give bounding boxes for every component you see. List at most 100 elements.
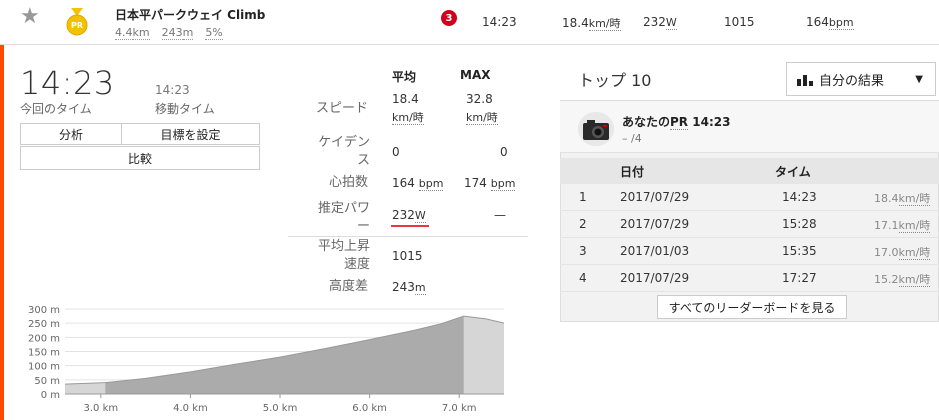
elevation-number: 243 (392, 280, 415, 294)
segment-name[interactable]: 日本平パークウェイ Climb (115, 6, 265, 23)
elevation-label: 高度差 (328, 279, 368, 294)
speed-unit: km/時 (898, 219, 931, 233)
star-icon[interactable]: ★ (20, 4, 40, 29)
speed-unit: km/時 (898, 273, 931, 287)
segment-power-value: 232 (643, 15, 666, 29)
hr-max-value: 174 (464, 176, 487, 190)
speed-value: 17.0 (874, 246, 899, 259)
x-tick-label: 6.0 km (352, 403, 387, 414)
leaderboard-header (560, 158, 939, 184)
table-row[interactable]: 2 2017/07/29 15:28 17.1km/時 (560, 211, 939, 238)
time-cell: 15:35 (782, 244, 817, 258)
segment-elevation: 243 (161, 26, 183, 40)
bar-chart-icon (797, 75, 813, 86)
time-cell: 15:28 (782, 217, 817, 231)
speed-value: 15.2 (874, 273, 899, 286)
date-cell: 2017/01/03 (620, 244, 690, 258)
segment-hr-value: 164 (806, 15, 829, 29)
rank-cell: 3 (579, 244, 587, 258)
set-goal-button[interactable]: 目標を設定 (121, 123, 260, 145)
speed-avg-value: 18.4 (392, 92, 419, 106)
hr-avg-unit: bpm (418, 177, 444, 191)
time-cell: 14:23 (782, 190, 817, 204)
segment-speed-unit: km/時 (588, 17, 621, 31)
speed-max-value: 32.8 (466, 92, 493, 106)
power-avg-unit: W (414, 209, 426, 223)
power-avg: 232W (392, 204, 426, 227)
pr-title-time: 14:23 (692, 115, 731, 129)
y-tick-label: 250 m (28, 319, 60, 330)
top10-title: トップ 10 (578, 71, 652, 90)
stats-avg-header: 平均 (392, 70, 417, 84)
power-avg-value: 232 (392, 208, 415, 222)
power-underline (391, 225, 429, 227)
speed-max-unit: km/時 (466, 111, 498, 125)
stats-max-header: MAX (460, 68, 491, 82)
pr-title-prefix: あなたの (622, 115, 671, 129)
vam-value: 1015 (392, 249, 423, 263)
cadence-max: 0 (500, 145, 508, 159)
heart-rate-avg: 164 bpm (392, 172, 444, 195)
elevation-unit: m (414, 281, 426, 295)
cadence-avg: 0 (392, 145, 400, 159)
x-tick-label: 7.0 km (442, 403, 477, 414)
compare-button[interactable]: 比較 (20, 146, 260, 170)
segment-stats: 4.4km 243m 5% (115, 26, 223, 40)
elevation-chart[interactable]: 300 m 250 m 200 m 150 m 100 m 50 m 0 m 3.0 km 4.… (20, 300, 520, 420)
rank-badge: 3 (441, 10, 457, 26)
time-cell: 17:27 (782, 271, 817, 285)
segment-speed-value: 18.4 (562, 16, 589, 30)
accent-bar (0, 45, 4, 420)
table-row[interactable]: 4 2017/07/29 17:27 15.2km/時 (560, 265, 939, 292)
table-row[interactable]: 3 2017/01/03 15:35 17.0km/時 (560, 238, 939, 265)
speed-label: スピード (315, 101, 368, 116)
svg-text:PR: PR (71, 21, 83, 30)
results-dropdown[interactable]: 自分の結果 ▼ (786, 62, 936, 96)
segment-heart-rate: 164bpm (806, 15, 854, 30)
y-tick-label: 150 m (28, 348, 60, 359)
x-tick-label: 5.0 km (263, 403, 298, 414)
segment-hr-unit: bpm (828, 16, 854, 30)
pr-row (560, 101, 939, 153)
speed-avg-unit: km/時 (392, 111, 424, 125)
speed-value: 18.4 (874, 192, 899, 205)
x-tick-label: 4.0 km (173, 403, 208, 414)
speed-unit: km/時 (898, 192, 931, 206)
col-time-header: タイム (775, 165, 811, 179)
cadence-label: ケイデンス (318, 135, 370, 168)
y-tick-label: 200 m (28, 333, 60, 344)
table-row[interactable]: 1 2017/07/29 14:23 18.4km/時 (560, 184, 939, 211)
speed-unit: km/時 (898, 246, 931, 260)
segment-speed: 18.4km/時 (562, 15, 621, 31)
date-cell: 2017/07/29 (620, 190, 690, 204)
col-date-header: 日付 (620, 165, 645, 179)
date-cell: 2017/07/29 (620, 271, 690, 285)
hr-avg-value: 164 (392, 176, 415, 190)
rank-cell: 1 (579, 190, 587, 204)
elevation-value: 243m (392, 276, 426, 299)
y-tick-label: 50 m (34, 376, 60, 387)
speed-cell: 15.2km/時 (874, 271, 931, 287)
analysis-button[interactable]: 分析 (20, 123, 122, 145)
pr-title: あなたのPR 14:23 (622, 113, 730, 130)
heart-rate-max: 174 bpm (464, 172, 516, 195)
power-label: 推定パワー (317, 201, 370, 234)
speed-max: 32.8 km/時 (466, 90, 498, 127)
segment-time: 14:23 (482, 15, 517, 29)
rank-cell: 2 (579, 217, 587, 231)
speed-value: 17.1 (874, 219, 899, 232)
segment-power: 232W (643, 15, 677, 30)
moving-time: 14:23 (155, 83, 190, 97)
see-all-leaderboards-button[interactable]: すべてのリーダーボードを見る (657, 295, 847, 319)
pr-title-pr: PR (670, 115, 689, 130)
vam-label: 平均上昇速度 (317, 239, 370, 272)
speed-cell: 18.4km/時 (874, 190, 931, 206)
power-max: — (494, 208, 506, 222)
speed-cell: 17.1km/時 (874, 217, 931, 233)
stats-divider (288, 236, 528, 237)
y-tick-label: 300 m (28, 305, 60, 316)
speed-cell: 17.0km/時 (874, 244, 931, 260)
avatar[interactable] (578, 112, 614, 146)
pr-subtitle: – /4 (622, 132, 642, 145)
segment-power-unit: W (665, 16, 677, 30)
